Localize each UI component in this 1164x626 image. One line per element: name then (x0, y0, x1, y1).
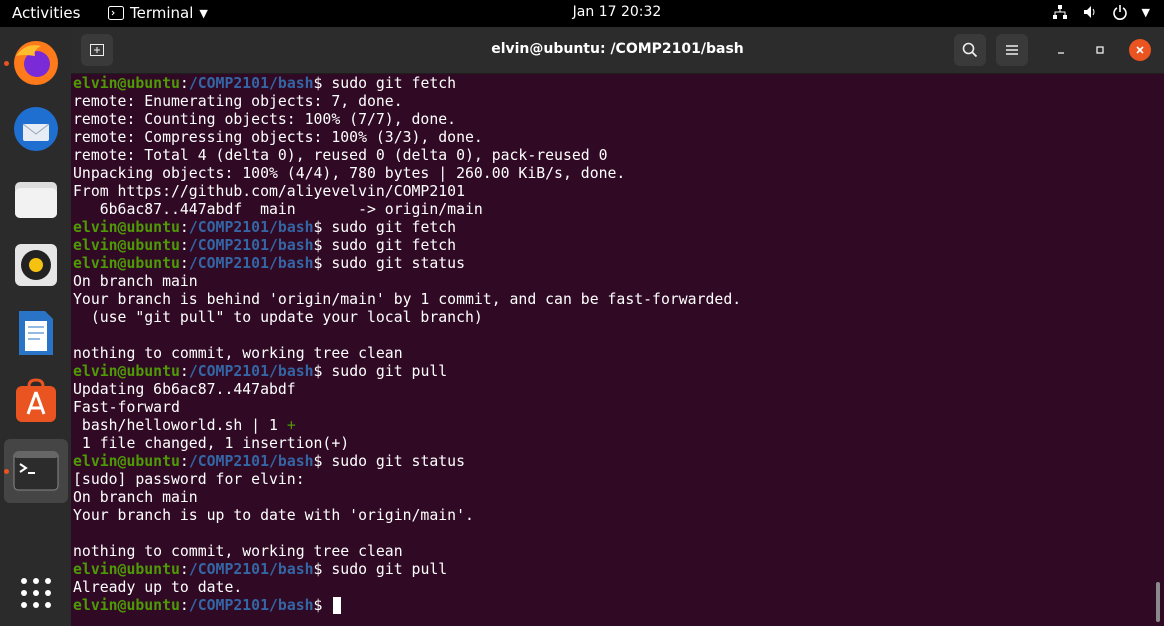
minimize-icon (1058, 52, 1064, 54)
scrollbar[interactable] (1156, 582, 1160, 622)
thunderbird-icon (14, 107, 58, 151)
dock-files[interactable] (6, 169, 66, 229)
terminal-output-line: remote: Compressing objects: 100% (3/3),… (73, 129, 483, 146)
search-icon (962, 42, 978, 58)
dock (0, 27, 71, 626)
terminal-prompt-line: elvin@ubuntu:/COMP2101/bash$ sudo git pu… (73, 363, 448, 380)
terminal-output-line: [sudo] password for elvin: (73, 471, 305, 488)
dock-terminal[interactable] (6, 441, 66, 501)
prompt-user: elvin@ubuntu (73, 255, 180, 272)
maximize-icon (1096, 46, 1104, 54)
prompt-path: /COMP2101/bash (188, 75, 314, 92)
terminal-output-line: Unpacking objects: 100% (4/4), 780 bytes… (73, 165, 626, 182)
terminal-output-line: Already up to date. (73, 579, 243, 596)
prompt-command: sudo git fetch (331, 219, 457, 236)
terminal-prompt-line: elvin@ubuntu:/COMP2101/bash$ sudo git pu… (73, 561, 448, 578)
top-bar: Activities Terminal ▼ Jan 17 20:32 ▼ (0, 0, 1164, 27)
close-button[interactable] (1129, 39, 1151, 61)
close-icon (1136, 46, 1144, 54)
prompt-command: sudo git fetch (331, 75, 457, 92)
dock-rhythmbox[interactable] (6, 235, 66, 295)
files-icon (15, 182, 57, 218)
prompt-path: /COMP2101/bash (188, 363, 314, 380)
hamburger-menu-icon (1006, 45, 1018, 55)
terminal-prompt-line: elvin@ubuntu:/COMP2101/bash$ sudo git fe… (73, 75, 457, 92)
prompt-path: /COMP2101/bash (188, 561, 314, 578)
terminal-output-line: Your branch is behind 'origin/main' by 1… (73, 291, 742, 308)
prompt-command: sudo git status (331, 255, 466, 272)
dock-firefox[interactable] (6, 33, 66, 93)
maximize-button[interactable] (1089, 39, 1111, 61)
prompt-user: elvin@ubuntu (73, 597, 180, 614)
terminal-prompt-line: elvin@ubuntu:/COMP2101/bash$ sudo git st… (73, 453, 466, 470)
network-icon (1052, 5, 1067, 19)
running-indicator (4, 469, 9, 474)
chevron-down-icon: ▼ (1141, 5, 1150, 19)
terminal-output-line: From https://github.com/aliyevelvin/COMP… (73, 183, 465, 200)
terminal-output-line: On branch main (73, 489, 198, 506)
prompt-path: /COMP2101/bash (188, 255, 314, 272)
dock-writer[interactable] (6, 303, 66, 363)
prompt-user: elvin@ubuntu (73, 561, 180, 578)
terminal-output-line: remote: Counting objects: 100% (7/7), do… (73, 111, 457, 128)
system-tray[interactable]: ▼ (1052, 4, 1150, 20)
terminal-output-line: nothing to commit, working tree clean (73, 345, 403, 362)
prompt-path: /COMP2101/bash (188, 597, 314, 614)
prompt-user: elvin@ubuntu (73, 219, 180, 236)
writer-icon (19, 311, 53, 355)
terminal-output-line: 1 file changed, 1 insertion(+) (73, 435, 350, 452)
prompt-path: /COMP2101/bash (188, 237, 314, 254)
terminal-output-line: On branch main (73, 273, 198, 290)
search-button[interactable] (954, 34, 986, 66)
prompt-command: sudo git pull (331, 561, 448, 578)
dock-thunderbird[interactable] (6, 99, 66, 159)
terminal-output-line: 6b6ac87..447abdf main -> origin/main (73, 201, 483, 218)
terminal-output[interactable]: elvin@ubuntu:/COMP2101/bash$ sudo git fe… (71, 74, 1164, 626)
running-indicator (4, 61, 9, 66)
terminal-prompt-line: elvin@ubuntu:/COMP2101/bash$ sudo git st… (73, 255, 466, 272)
header-bar: elvin@ubuntu: /COMP2101/bash (71, 27, 1164, 74)
terminal-output-line: Fast-forward (73, 399, 180, 416)
terminal-prompt-line: elvin@ubuntu:/COMP2101/bash$ sudo git fe… (73, 219, 457, 236)
show-applications-button[interactable] (6, 563, 66, 623)
terminal-output-line: bash/helloworld.sh | 1 + (73, 417, 296, 435)
app-grid-icon (21, 578, 51, 608)
text-cursor (333, 597, 342, 614)
prompt-command: sudo git fetch (331, 237, 457, 254)
volume-icon (1083, 6, 1095, 18)
prompt-command: sudo git pull (331, 363, 448, 380)
terminal-prompt-line: elvin@ubuntu:/COMP2101/bash$ (73, 597, 342, 615)
clock[interactable]: Jan 17 20:32 (0, 4, 1164, 20)
prompt-user: elvin@ubuntu (73, 75, 180, 92)
terminal-icon (13, 451, 59, 491)
terminal-output-line: Your branch is up to date with 'origin/m… (73, 507, 474, 524)
terminal-output-line: remote: Enumerating objects: 7, done. (73, 93, 403, 110)
dock-software[interactable] (6, 371, 66, 431)
menu-button[interactable] (996, 34, 1028, 66)
prompt-user: elvin@ubuntu (73, 237, 180, 254)
diff-stat-text: bash/helloworld.sh | 1 (73, 417, 287, 434)
power-icon (1112, 5, 1127, 20)
terminal-output-line: (use "git pull" to update your local bra… (73, 309, 483, 326)
prompt-path: /COMP2101/bash (188, 219, 314, 236)
terminal-output-line: nothing to commit, working tree clean (73, 543, 403, 560)
terminal-output-line: remote: Total 4 (delta 0), reused 0 (del… (73, 147, 608, 164)
terminal-output-line: Updating 6b6ac87..447abdf (73, 381, 296, 398)
prompt-path: /COMP2101/bash (188, 453, 314, 470)
diff-plus: + (286, 417, 296, 434)
prompt-command: sudo git status (331, 453, 466, 470)
software-icon (16, 378, 56, 422)
firefox-icon (14, 41, 58, 85)
prompt-user: elvin@ubuntu (73, 453, 180, 470)
rhythmbox-icon (15, 244, 57, 286)
minimize-button[interactable] (1050, 39, 1072, 61)
prompt-user: elvin@ubuntu (73, 363, 180, 380)
terminal-window: elvin@ubuntu: /COMP2101/bash elvin@ubunt… (71, 27, 1164, 626)
terminal-prompt-line: elvin@ubuntu:/COMP2101/bash$ sudo git fe… (73, 237, 457, 254)
